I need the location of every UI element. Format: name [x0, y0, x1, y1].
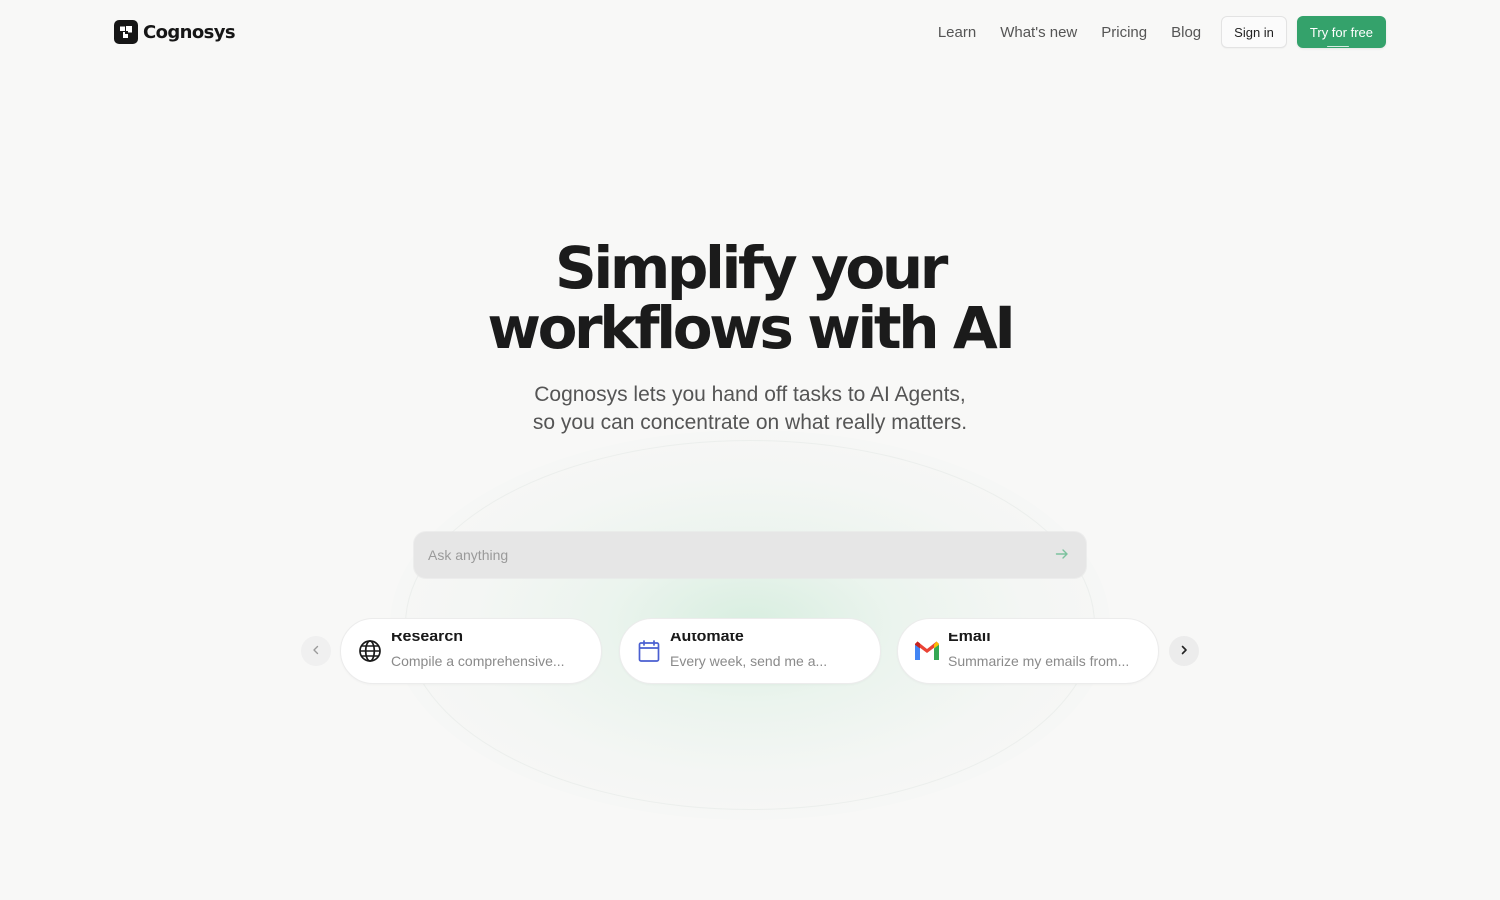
carousel-next-button[interactable] — [1169, 636, 1199, 666]
suggestion-card-email[interactable]: Email Summarize my emails from... — [897, 618, 1159, 684]
card-description: Every week, send me a... — [670, 652, 828, 669]
hero-title-line-2: workflows with AI — [487, 294, 1016, 362]
suggestion-card-research[interactable]: Research Compile a comprehensive... — [340, 618, 602, 684]
nav-link-learn[interactable]: Learn — [938, 24, 976, 41]
hero-subtitle: Cognosys lets you hand off tasks to AI A… — [0, 381, 1500, 437]
ask-input[interactable] — [414, 532, 1048, 578]
top-nav: Cognosys Learn What's new Pricing Blog S… — [0, 0, 1500, 64]
nav-links: Learn What's new Pricing Blog Sign in Tr… — [938, 16, 1386, 48]
logo-link[interactable]: Cognosys — [114, 20, 236, 44]
carousel-prev-button[interactable] — [301, 636, 331, 666]
arrow-right-icon — [1055, 547, 1069, 564]
card-title: Email — [948, 632, 991, 645]
globe-icon — [357, 638, 383, 664]
brand-name: Cognosys — [143, 21, 236, 43]
hero-subtitle-line-1: Cognosys lets you hand off tasks to AI A… — [534, 383, 966, 406]
card-description: Compile a comprehensive... — [391, 652, 565, 669]
card-text: Research Compile a comprehensive... — [391, 633, 565, 670]
ask-box — [414, 532, 1086, 578]
card-text: Email Summarize my emails from... — [948, 633, 1129, 670]
nav-link-whats-new[interactable]: What's new — [1000, 24, 1077, 41]
nav-link-blog[interactable]: Blog — [1171, 24, 1201, 41]
card-description: Summarize my emails from... — [948, 652, 1130, 669]
suggestion-card-automate[interactable]: Automate Every week, send me a... — [619, 618, 881, 684]
sign-in-button[interactable]: Sign in — [1221, 16, 1287, 48]
try-for-free-button[interactable]: Try for free — [1296, 16, 1386, 48]
hero-title-line-1: Simplify your — [555, 234, 948, 302]
send-button[interactable] — [1048, 541, 1076, 569]
hero-subtitle-line-2: so you can concentrate on what really ma… — [532, 411, 968, 434]
hero-title: Simplify your workflows with AI — [0, 238, 1500, 358]
cognosys-logo-icon — [114, 20, 138, 44]
chevron-left-icon — [310, 644, 322, 659]
nav-link-pricing[interactable]: Pricing — [1101, 24, 1147, 41]
card-text: Automate Every week, send me a... — [670, 633, 827, 670]
gmail-icon — [914, 638, 940, 664]
card-title: Automate — [670, 632, 744, 645]
card-title: Research — [391, 632, 464, 645]
chevron-right-icon — [1178, 644, 1190, 659]
calendar-icon — [636, 638, 662, 664]
